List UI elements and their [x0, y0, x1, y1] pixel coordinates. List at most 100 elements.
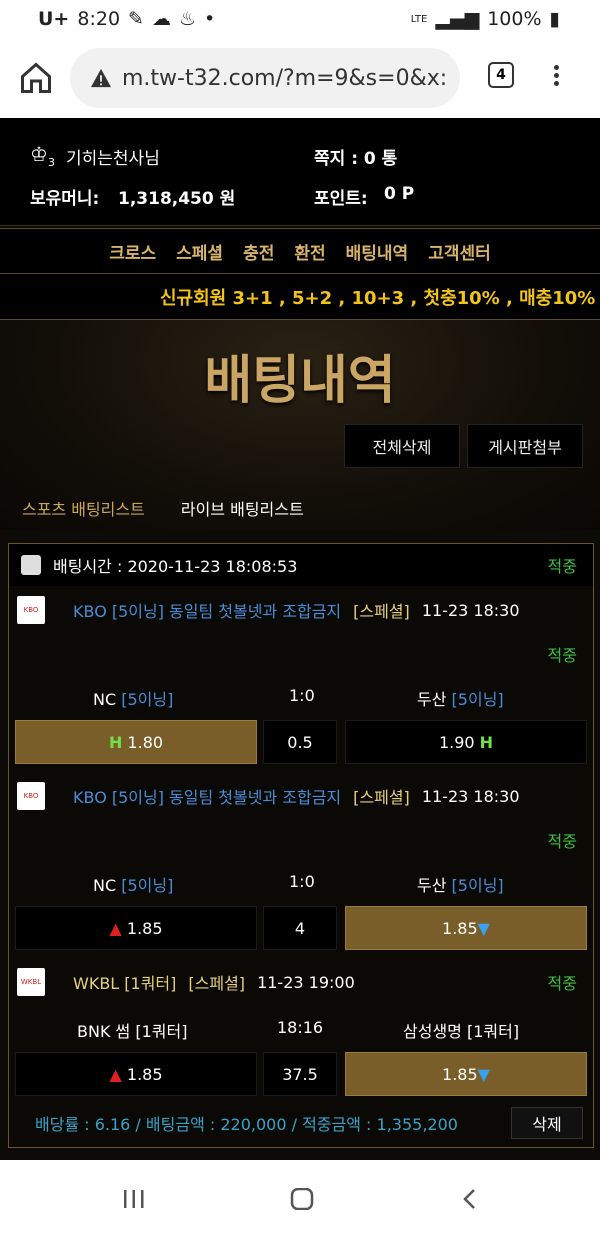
cloud-icon: ☁ — [151, 8, 171, 30]
odds-row: ▲ 1.85 4 1.85 ▼ — [9, 904, 593, 952]
bet-time: 배팅시간 : 2020-11-23 18:08:53 — [53, 557, 298, 576]
score: 1:0 — [289, 686, 315, 705]
away-odds: 1.90 — [438, 732, 475, 752]
handicap-value: 37.5 — [263, 1052, 337, 1096]
page-title: 배팅내역 — [204, 351, 396, 411]
home-odds: 1.85 — [126, 1064, 163, 1084]
tabs-button[interactable]: 4 — [488, 62, 514, 88]
game-header: KBO KBO [5이닝] 동일팀 첫볼넷과 조합금지 [스페셜] 11-23 … — [9, 586, 593, 634]
odds-row: ▲ 1.85 37.5 1.85 ▼ — [9, 1050, 593, 1098]
game-tag: [스페셜] — [188, 974, 246, 993]
away-team: 두산 — [417, 876, 447, 895]
recents-icon[interactable] — [122, 1188, 146, 1210]
bet-summary: 배당률 : 6.16 / 배팅금액 : 220,000 / 적중금액 : 1,3… — [9, 1099, 593, 1147]
delete-all-button[interactable]: 전체삭제 — [344, 424, 460, 468]
game-header: KBO KBO [5이닝] 동일팀 첫볼넷과 조합금지 [스페셜] 11-23 … — [9, 772, 593, 820]
score: 1:0 — [289, 872, 315, 891]
away-odds-button[interactable]: 1.85 ▼ — [345, 906, 587, 950]
ticker-text: 신규회원 3+1 , 5+2 , 10+3 , 첫충10% , 매충10% — [160, 287, 596, 309]
battery-icon: ▮ — [549, 8, 560, 30]
nav-support[interactable]: 고객센터 — [428, 239, 491, 264]
home-team: NC — [93, 876, 117, 895]
kbo-logo: KBO — [17, 596, 45, 624]
warning-icon[interactable] — [90, 68, 112, 88]
system-nav-bar — [0, 1160, 600, 1233]
game-result: 적중 — [547, 646, 577, 665]
dot-icon: • — [204, 8, 216, 30]
main-nav: 크로스 스페셜 충전 환전 배팅내역 고객센터 — [0, 228, 600, 274]
game-result: 적중 — [547, 974, 577, 993]
user-info-panel: ♔3 기히는천사님 보유머니: 1,318,450 원 쪽지 : 0 통 포인트… — [0, 118, 600, 226]
delete-button[interactable]: 삭제 — [511, 1107, 583, 1139]
menu-icon[interactable] — [554, 62, 562, 89]
home-odds-button[interactable]: ▲ 1.85 — [15, 1052, 257, 1096]
away-odds: 1.85 — [442, 1064, 478, 1084]
summary-text: 배당률 : 6.16 / 배팅금액 : 220,000 / 적중금액 : 1,3… — [35, 1115, 458, 1134]
score: 18:16 — [277, 1018, 324, 1037]
tab-live[interactable]: 라이브 배팅리스트 — [181, 496, 304, 520]
home-tag: [5이닝] — [121, 876, 174, 895]
home-team: NC — [93, 690, 117, 709]
arrow-up-icon: ▲ — [109, 918, 122, 938]
url-text: m.tw-t32.com/?m=9&s=0&x: — [122, 65, 448, 91]
home-icon[interactable] — [18, 60, 54, 96]
arrow-down-icon: ▼ — [477, 918, 490, 938]
handicap-value: 4 — [263, 906, 337, 950]
url-bar[interactable]: m.tw-t32.com/?m=9&s=0&x: — [70, 48, 460, 108]
away-odds: 1.85 — [442, 918, 478, 938]
game-league: KBO [5이닝] 동일팀 첫볼넷과 조합금지 — [73, 788, 342, 807]
nav-special[interactable]: 스페셜 — [176, 239, 223, 264]
home-odds-button[interactable]: H 1.80 — [15, 720, 257, 764]
nav-bet-history[interactable]: 배팅내역 — [346, 239, 409, 264]
away-team: 삼성생명 [1쿼터] — [403, 1022, 520, 1041]
nav-charge[interactable]: 충전 — [243, 239, 274, 264]
network-label: LTE — [410, 13, 428, 25]
bet-status: 적중 — [547, 557, 577, 576]
browser-toolbar: m.tw-t32.com/?m=9&s=0&x: 4 — [0, 40, 600, 118]
away-odds-button[interactable]: 1.85 ▼ — [345, 1052, 587, 1096]
signal-icon: ▂▄▆ — [435, 8, 480, 30]
level-icon: ♔3 — [30, 142, 55, 169]
away-tag: [5이닝] — [451, 690, 504, 709]
game-time: 11-23 18:30 — [421, 600, 520, 620]
teams-row: NC [5이닝] 1:0 두산 [5이닝] — [9, 674, 593, 718]
money-label: 보유머니: — [30, 189, 100, 209]
away-tag: [5이닝] — [451, 876, 504, 895]
home-odds-button[interactable]: ▲ 1.85 — [15, 906, 257, 950]
battery-text: 100% — [487, 8, 542, 30]
handicap-icon: H — [479, 732, 494, 752]
tab-sports[interactable]: 스포츠 배팅리스트 — [22, 496, 145, 520]
game-result: 적중 — [547, 832, 577, 851]
attach-board-button[interactable]: 게시판첨부 — [467, 424, 583, 468]
back-icon[interactable] — [460, 1188, 480, 1210]
teams-row: NC [5이닝] 1:0 두산 [5이닝] — [9, 860, 593, 904]
teams-row: BNK 썸 [1쿼터] 18:16 삼성생명 [1쿼터] — [9, 1006, 593, 1050]
select-checkbox[interactable] — [21, 555, 41, 575]
nav-exchange[interactable]: 환전 — [294, 239, 325, 264]
game-header: WKBL WKBL [1쿼터] [스페셜] 11-23 19:00 적중 — [9, 958, 593, 1006]
nav-cross[interactable]: 크로스 — [109, 239, 156, 264]
game-time: 11-23 18:30 — [421, 786, 520, 806]
home-team: BNK 썸 [1쿼터] — [77, 1022, 188, 1041]
pill-icon: ✎ — [128, 8, 144, 30]
game-time: 11-23 19:00 — [257, 972, 355, 992]
promo-ticker: 신규회원 3+1 , 5+2 , 10+3 , 첫충10% , 매충10% — [0, 274, 600, 320]
note-count[interactable]: 쪽지 : 0 통 — [314, 144, 397, 169]
bet-card: 배팅시간 : 2020-11-23 18:08:53 적중 KBO KBO [5… — [8, 543, 594, 1148]
status-bar: U+ 8:20 ✎ ☁ ♨ • LTE ▂▄▆ 100% ▮ — [0, 0, 600, 40]
carrier: U+ — [38, 8, 70, 30]
money-value: 1,318,450 원 — [118, 189, 236, 209]
hero-section: 배팅내역 전체삭제 게시판첨부 스포츠 배팅리스트 라이브 배팅리스트 — [0, 320, 600, 530]
game-league: WKBL [1쿼터] — [73, 974, 177, 993]
arrow-down-icon: ▼ — [477, 1064, 490, 1084]
handicap-value: 0.5 — [263, 720, 337, 764]
away-odds-button[interactable]: 1.90 H — [345, 720, 587, 764]
handicap-icon: H — [108, 732, 123, 752]
home-nav-icon[interactable] — [290, 1188, 314, 1210]
odds-row: H 1.80 0.5 1.90 H — [9, 718, 593, 766]
game-tag: [스페셜] — [353, 602, 410, 621]
kbo-logo: KBO — [17, 782, 45, 810]
bet-card-header: 배팅시간 : 2020-11-23 18:08:53 적중 — [9, 544, 593, 586]
page-content: ♔3 기히는천사님 보유머니: 1,318,450 원 쪽지 : 0 통 포인트… — [0, 118, 600, 1160]
point-value: 0 P — [384, 184, 415, 204]
